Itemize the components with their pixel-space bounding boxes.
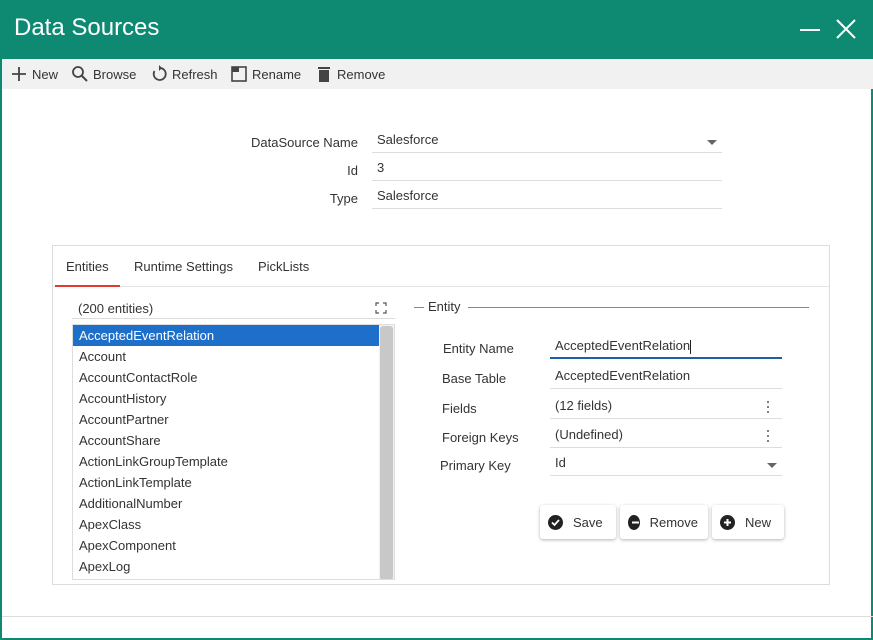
scrollbar-thumb[interactable] [380,326,393,579]
refresh-button-label: Refresh [172,66,218,82]
save-button[interactable]: Save [540,505,616,539]
window-title: Data Sources [14,14,160,41]
list-item[interactable]: ActionLinkGroupTemplate [73,451,379,472]
list-item[interactable]: ApexComponent [73,535,379,556]
minus-circle-icon [628,514,640,530]
rename-icon [230,65,248,83]
more-vert-icon[interactable] [767,430,770,442]
primary-key-select[interactable]: Id [550,452,782,476]
list-item[interactable]: ApexLog [73,556,379,577]
id-value: 3 [377,160,385,175]
entities-panel: Entities Runtime Settings PickLists (200… [52,245,830,585]
id-label: Id [347,163,358,178]
chevron-down-icon [707,140,717,145]
primary-key-value: Id [555,455,566,470]
list-item[interactable]: AccountShare [73,430,379,451]
remove-button-label: Remove [337,66,386,82]
new-button[interactable]: New [10,59,58,89]
type-value: Salesforce [377,188,439,203]
minimize-button[interactable] [798,18,822,42]
list-scrollbar[interactable] [379,325,394,579]
tab-picklists[interactable]: PickLists [247,246,320,287]
entity-name-input[interactable]: AcceptedEventRelation [550,335,782,359]
datasource-name-select[interactable]: Salesforce [372,129,722,153]
entity-count: (200 entities) [78,301,154,316]
group-rule-right [468,307,809,308]
plus-circle-icon [720,514,735,530]
list-item[interactable]: ApexClass [73,514,379,535]
type-label: Type [329,191,358,206]
tab-bar: Entities Runtime Settings PickLists [53,246,829,287]
list-item[interactable]: AdditionalNumber [73,493,379,514]
list-item[interactable]: Account [73,346,379,367]
text-cursor [690,339,692,354]
save-button-label: Save [573,514,603,530]
rename-button-label: Rename [252,66,302,82]
new-entity-button-label: New [745,514,772,530]
toolbar: New Browse Refresh Rename Remove [2,59,873,89]
entity-name-value: AcceptedEventRelation [555,338,691,353]
list-item[interactable]: AccountPartner [73,409,379,430]
expand-icon[interactable] [375,302,387,314]
type-field[interactable]: Salesforce [372,185,722,209]
foreign-keys-value: (Undefined) [555,427,623,442]
base-table-label: Base Table [442,371,507,386]
refresh-icon [150,65,168,83]
base-table-field[interactable]: AcceptedEventRelation [550,365,782,389]
chevron-down-icon [767,463,777,468]
new-button-label: New [32,66,59,82]
rename-button[interactable]: Rename [230,59,301,89]
plus-icon [10,65,28,83]
list-item[interactable]: ActionLinkTemplate [73,472,379,493]
close-icon [836,19,856,39]
new-entity-button[interactable]: New [712,505,784,539]
id-field[interactable]: 3 [372,157,722,181]
remove-button[interactable]: Remove [315,59,385,89]
list-item[interactable]: AccountContactRole [73,367,379,388]
trash-icon [315,65,333,83]
foreign-keys-field[interactable]: (Undefined) [550,424,782,448]
list-divider [72,318,395,319]
browse-button-label: Browse [93,66,137,82]
search-icon [71,65,89,83]
entity-group-title: Entity [428,299,461,314]
remove-entity-button-label: Remove [649,514,698,530]
refresh-button[interactable]: Refresh [150,59,218,89]
entity-name-label: Entity Name [443,341,514,356]
datasource-name-value: Salesforce [377,132,439,147]
remove-entity-button[interactable]: Remove [620,505,708,539]
more-vert-icon[interactable] [767,401,770,413]
check-circle-icon [548,514,563,530]
primary-key-label: Primary Key [440,458,511,473]
fields-field[interactable]: (12 fields) [550,395,782,419]
entity-list[interactable]: AcceptedEventRelation Account AccountCon… [72,324,395,580]
foreign-keys-label: Foreign Keys [442,430,519,445]
close-button[interactable] [834,17,858,41]
fields-value: (12 fields) [555,398,613,413]
tab-entities[interactable]: Entities [55,246,120,287]
datasource-name-label: DataSource Name [251,135,358,150]
group-rule-left [414,307,424,308]
browse-button[interactable]: Browse [71,59,136,89]
footer-divider [2,616,873,617]
tab-runtime-settings[interactable]: Runtime Settings [123,246,244,287]
list-item[interactable]: AccountHistory [73,388,379,409]
base-table-value: AcceptedEventRelation [555,368,691,383]
data-sources-window: Data Sources New Browse Refresh Rename R… [0,0,873,640]
list-item[interactable]: AcceptedEventRelation [73,325,379,346]
title-bar: Data Sources [2,0,873,59]
fields-label: Fields [442,401,477,416]
